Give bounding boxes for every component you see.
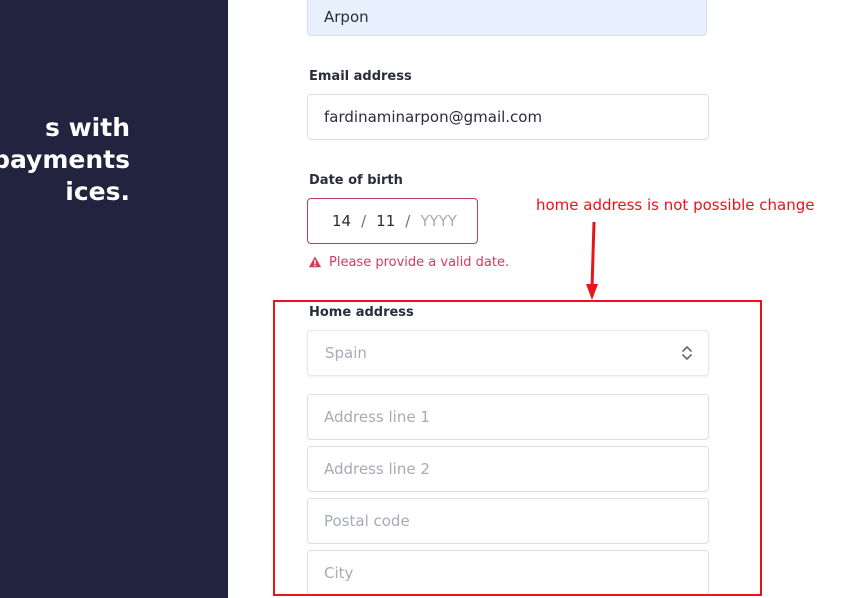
city-placeholder: City [324, 564, 354, 582]
dob-day[interactable]: 14 [332, 212, 351, 230]
dob-separator: / [405, 212, 411, 230]
name-input-value: Arpon [324, 8, 369, 26]
dob-year[interactable]: YYYY [420, 212, 457, 230]
country-select[interactable]: Spain [307, 330, 709, 376]
warning-triangle-icon [308, 256, 322, 268]
dob-month[interactable]: 11 [376, 212, 395, 230]
dob-label: Date of birth [309, 173, 403, 188]
dob-error: Please provide a valid date. [308, 253, 509, 271]
dob-separator: / [361, 212, 367, 230]
annotation-note: home address is not possible change [536, 196, 815, 214]
address-line1-placeholder: Address line 1 [324, 408, 430, 426]
address-line1-input[interactable]: Address line 1 [307, 394, 709, 440]
city-input[interactable]: City [307, 550, 709, 596]
address-line2-input[interactable]: Address line 2 [307, 446, 709, 492]
name-input[interactable]: Arpon [307, 0, 707, 36]
chevron-up-down-icon [682, 346, 692, 360]
address-line2-placeholder: Address line 2 [324, 460, 430, 478]
headline-line-3: ices. [65, 177, 130, 206]
home-address-label: Home address [309, 305, 414, 320]
sidebar-headline: s with payments ices. [0, 112, 130, 208]
headline-line-1: s with [45, 113, 130, 142]
headline-line-2: payments [0, 145, 130, 174]
dob-error-text: Please provide a valid date. [329, 254, 510, 270]
email-input-value: fardinaminarpon@gmail.com [324, 108, 543, 126]
sidebar-panel: s with payments ices. [0, 0, 228, 598]
dob-input[interactable]: 14 / 11 / YYYY [307, 198, 478, 244]
annotation-arrow-icon [586, 221, 598, 300]
postal-code-input[interactable]: Postal code [307, 498, 709, 544]
country-select-value: Spain [325, 344, 367, 362]
email-label: Email address [309, 69, 412, 84]
postal-code-placeholder: Postal code [324, 512, 410, 530]
email-input[interactable]: fardinaminarpon@gmail.com [307, 94, 709, 140]
